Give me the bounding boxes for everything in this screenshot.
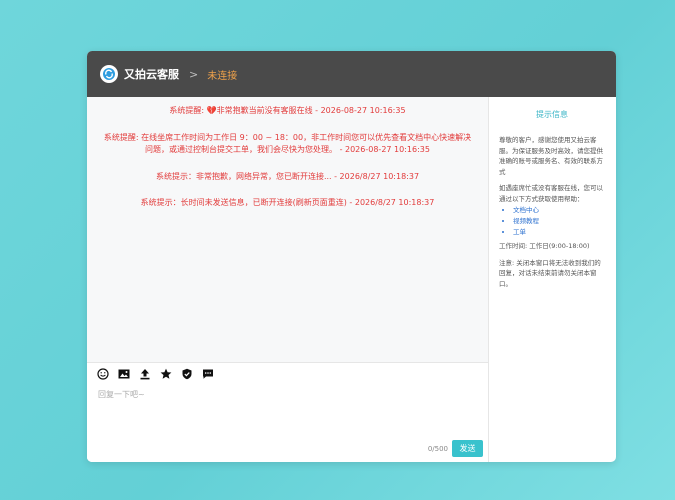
system-message: 系统提示：非常抱歉，网络异常，您已断开连接... - 2026/8/27 10:… xyxy=(155,171,420,181)
chat-window: 又拍云客服 > 未连接 系统提醒: 💔非常抱歉当前没有客服在线 - 2026-0… xyxy=(87,51,616,462)
character-counter: 0/500 xyxy=(427,445,448,453)
system-message: 系统提醒: 💔非常抱歉当前没有客服在线 - 2026-08-27 10:16:3… xyxy=(169,106,406,115)
reply-area: 0/500 发送 xyxy=(87,384,488,462)
conversation-pane: 系统提醒: 💔非常抱歉当前没有客服在线 - 2026-08-27 10:16:3… xyxy=(87,97,489,462)
header-title: 又拍云客服 xyxy=(124,68,179,81)
upyun-logo-icon xyxy=(100,65,118,83)
info-help-intro: 如遇座席忙或没有客服在线，您可以通过以下方式获取使用帮助： xyxy=(499,184,603,203)
help-link-videos[interactable]: 视频教程 xyxy=(513,216,605,227)
reply-input[interactable] xyxy=(96,387,480,431)
info-title: 提示信息 xyxy=(536,110,568,119)
shield-icon[interactable] xyxy=(180,367,193,380)
compose-toolbar xyxy=(87,362,488,384)
help-link-docs[interactable]: 文档中心 xyxy=(513,205,605,216)
emoji-icon[interactable] xyxy=(96,367,109,380)
info-greeting: 尊敬的客户，感谢您使用又拍云客服。为保证服务及时高效，请您提供准确的账号或服务名… xyxy=(499,136,603,176)
image-icon[interactable] xyxy=(117,367,130,380)
connection-status: 未连接 xyxy=(207,70,238,82)
close-warning: 注意: 关闭本窗口将无法收到我们的回复，对话未结束前请勿关闭本窗口。 xyxy=(499,258,601,288)
breadcrumb-separator: > xyxy=(189,67,199,81)
help-link-ticket[interactable]: 工单 xyxy=(513,227,605,238)
help-links: 文档中心 视频教程 工单 xyxy=(499,205,605,238)
send-button[interactable]: 发送 xyxy=(452,440,483,457)
chat-header: 又拍云客服 > 未连接 xyxy=(87,51,616,97)
system-message: 系统提示：长时间未发送信息，已断开连接(刷新页面重连) - 2026/8/27 … xyxy=(140,198,435,207)
info-panel: 提示信息 尊敬的客户，感谢您使用又拍云客服。为保证服务及时高效，请您提供准确的账… xyxy=(489,97,616,462)
working-hours: 工作时间: 工作日(9:00-18:00) xyxy=(499,242,590,250)
star-icon[interactable] xyxy=(159,367,172,380)
message-list[interactable]: 系统提醒: 💔非常抱歉当前没有客服在线 - 2026-08-27 10:16:3… xyxy=(87,97,488,362)
comment-icon[interactable] xyxy=(201,367,214,380)
system-message: 系统提醒: 在线坐席工作时间为工作日 9：00 ~ 18：00，非工作时间您可以… xyxy=(103,132,472,155)
upload-icon[interactable] xyxy=(138,367,151,380)
chat-body: 系统提醒: 💔非常抱歉当前没有客服在线 - 2026-08-27 10:16:3… xyxy=(87,97,616,462)
info-content: 尊敬的客户，感谢您使用又拍云客服。为保证服务及时高效，请您提供准确的账号或服务名… xyxy=(499,135,605,289)
